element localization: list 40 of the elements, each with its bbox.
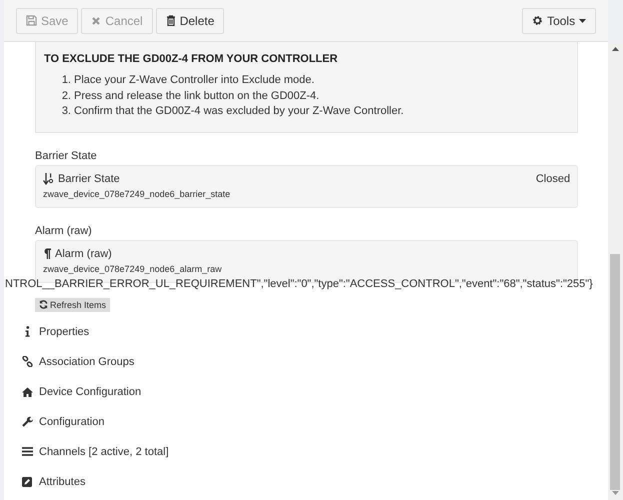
house-icon (22, 386, 32, 396)
item-id: zwave_device_078e7249_node6_alarm_raw (43, 264, 223, 274)
section-link[interactable]: Configuration (21, 406, 578, 436)
step-number: 3. (61, 104, 71, 119)
numeric-sort-icon (43, 172, 54, 184)
item-id: zwave_device_078e7249_node6_barrier_state (43, 188, 232, 198)
caret-icon (579, 18, 586, 22)
instruction-step: Confirm that the GD00Z-4 was excluded by your Z-Wave Controller. (74, 104, 404, 120)
section-link[interactable]: Channels [2 active, 2 total] (21, 436, 578, 466)
item-state: Closed (536, 172, 570, 184)
item-label: Barrier State (35, 150, 98, 162)
refresh-button[interactable]: Refresh Items (35, 298, 110, 312)
scroll-up-icon[interactable] (612, 47, 620, 51)
close-icon (91, 16, 102, 26)
wrench-icon (22, 416, 32, 427)
item-name: Alarm (raw) (55, 248, 112, 260)
section-link[interactable]: Device Configuration (21, 376, 578, 406)
gear-icon (532, 15, 544, 26)
section-link[interactable]: Association Groups (21, 346, 578, 376)
menu-icon (22, 447, 32, 456)
info-icon (24, 326, 30, 337)
pilcrow-icon (43, 248, 51, 259)
refresh-icon (39, 300, 48, 309)
scrollbar-thumb[interactable] (610, 254, 620, 490)
instructions-heading: TO EXCLUDE THE GD00Z-4 FROM YOUR CONTROLLER (44, 53, 339, 65)
instruction-step: Press and release the link button on the GD00Z-4. (74, 88, 320, 104)
section-link[interactable]: Properties (21, 316, 578, 346)
trash-icon (166, 15, 176, 26)
edit-icon (22, 476, 32, 486)
toolbar-button[interactable]: Delete (156, 8, 224, 34)
section-link[interactable]: Attributes (21, 466, 578, 496)
item-name: Barrier State (58, 172, 120, 184)
item-state: NTROL__BARRIER_ERROR_UL_REQUIREMENT","level":"0","type":"ACCESS_CONTROL","event":"68","status":"255"} (5, 276, 593, 290)
scrollbar[interactable] (608, 42, 623, 500)
step-number: 2. (61, 88, 71, 104)
instruction-step: Place your Z-Wave Controller into Exclude mode. (74, 73, 314, 88)
item-label: Alarm (raw) (35, 224, 93, 236)
tools-dropdown-button[interactable]: Tools (522, 8, 596, 34)
link-icon (22, 356, 32, 367)
step-number: 1. (61, 73, 71, 88)
